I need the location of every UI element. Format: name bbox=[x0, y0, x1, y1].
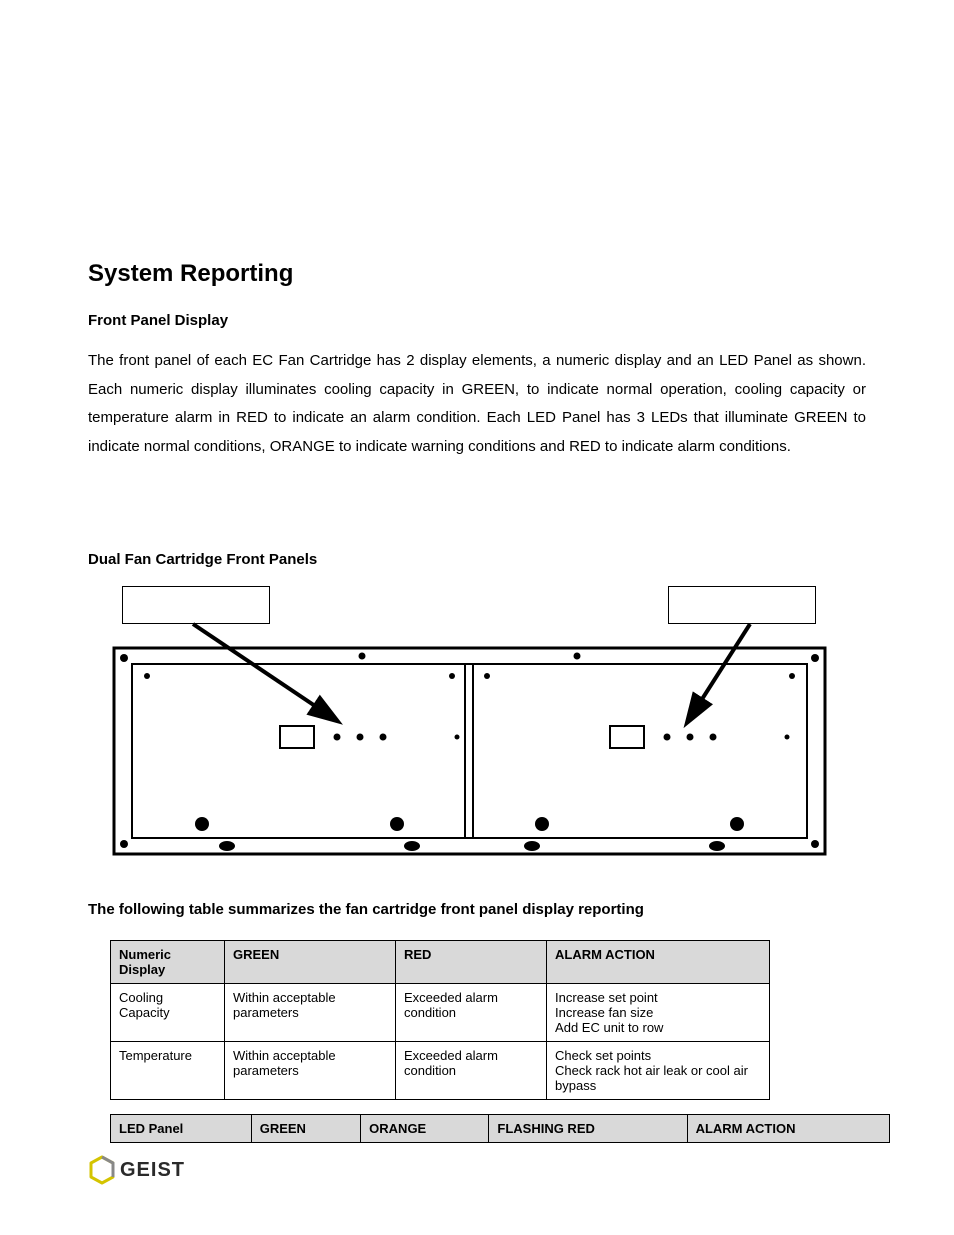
callout-box-left bbox=[122, 586, 270, 624]
t2-h0: LED Panel bbox=[111, 1115, 252, 1143]
t1-r1-c2: Exceeded alarm condition bbox=[395, 1042, 546, 1100]
geist-logo-icon bbox=[88, 1155, 116, 1185]
t2-h2: ORANGE bbox=[361, 1115, 489, 1143]
t1-r1-c0: Temperature bbox=[111, 1042, 225, 1100]
t1-h3: ALARM ACTION bbox=[547, 941, 770, 984]
section-title: System Reporting bbox=[88, 260, 866, 288]
dual-fan-diagram bbox=[88, 586, 838, 861]
t1-r1-c3: Check set points Check rack hot air leak… bbox=[547, 1042, 770, 1100]
led-panel-table: LED Panel GREEN ORANGE FLASHING RED ALAR… bbox=[110, 1114, 890, 1143]
t2-h1: GREEN bbox=[251, 1115, 360, 1143]
table-intro: The following table summarizes the fan c… bbox=[88, 901, 866, 918]
callout-box-right bbox=[668, 586, 816, 624]
t2-h3: FLASHING RED bbox=[489, 1115, 687, 1143]
t1-h1: GREEN bbox=[224, 941, 395, 984]
t1-r1-c1: Within acceptable parameters bbox=[224, 1042, 395, 1100]
t1-r0-c0: Cooling Capacity bbox=[111, 984, 225, 1042]
t1-r0-c1: Within acceptable parameters bbox=[224, 984, 395, 1042]
subhead-front-panel-display: Front Panel Display bbox=[88, 312, 866, 329]
t1-r0-c2: Exceeded alarm condition bbox=[395, 984, 546, 1042]
subhead-dual-fan: Dual Fan Cartridge Front Panels bbox=[88, 551, 866, 568]
t1-h0: Numeric Display bbox=[111, 941, 225, 984]
t1-r0-c3: Increase set point Increase fan size Add… bbox=[547, 984, 770, 1042]
geist-logo-text: GEIST bbox=[120, 1159, 185, 1182]
geist-logo: GEIST bbox=[88, 1155, 185, 1185]
t2-h4: ALARM ACTION bbox=[687, 1115, 889, 1143]
t1-h2: RED bbox=[395, 941, 546, 984]
front-panel-drawing bbox=[112, 646, 827, 856]
paragraph-front-panel: The front panel of each EC Fan Cartridge… bbox=[88, 347, 866, 461]
numeric-display-table: Numeric Display GREEN RED ALARM ACTION C… bbox=[110, 940, 770, 1100]
